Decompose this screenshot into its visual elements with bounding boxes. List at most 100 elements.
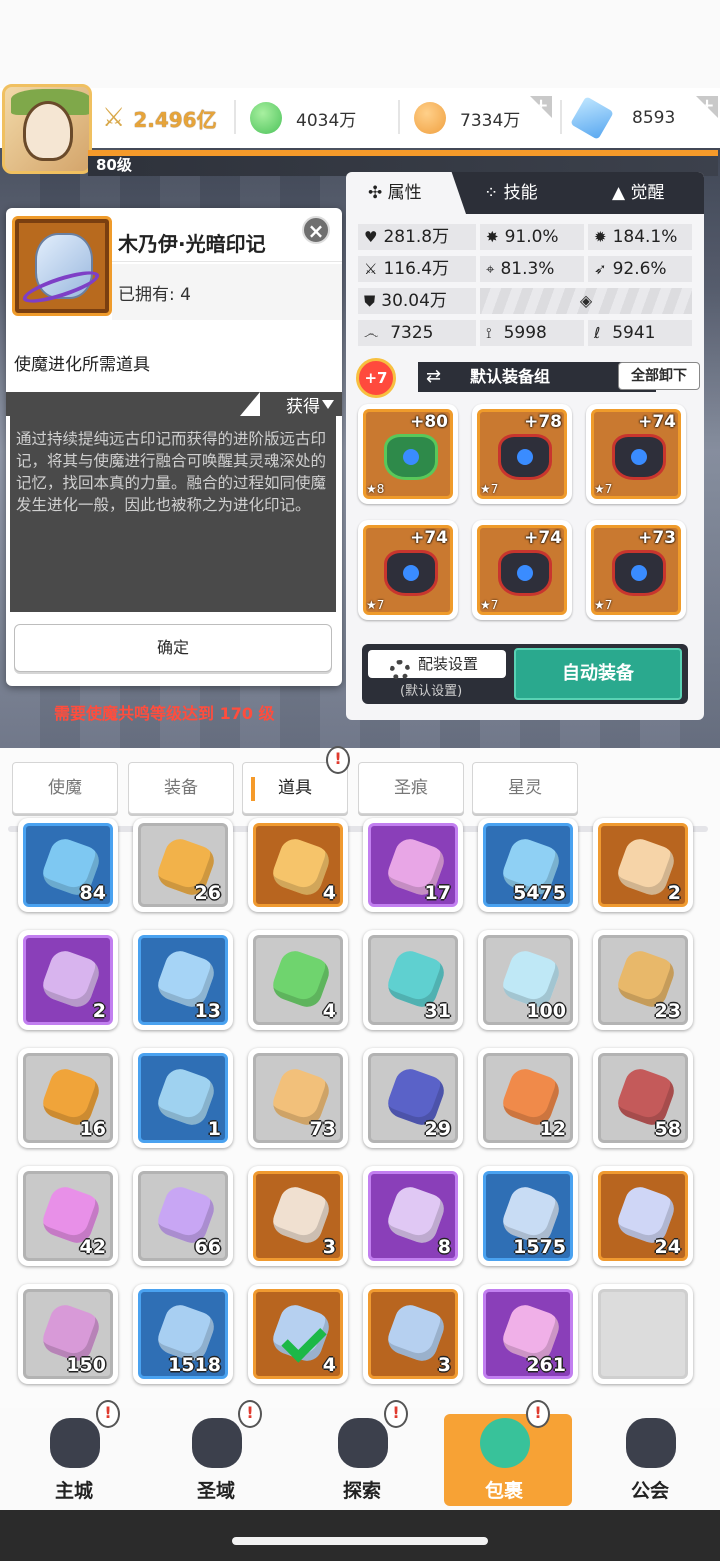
skills-icon: ⁘ xyxy=(484,183,499,203)
locked-stat-slot[interactable]: ◈ xyxy=(480,288,692,314)
item-icon: 66 xyxy=(138,1171,228,1261)
nav-item[interactable]: 探索 xyxy=(302,1414,422,1506)
equipment-slot[interactable]: +80 ★8 xyxy=(358,404,458,504)
item-count: 23 xyxy=(654,1000,681,1022)
inventory-item[interactable]: 1575 xyxy=(478,1166,578,1266)
inventory-item[interactable]: 17 xyxy=(363,818,463,912)
inventory-item[interactable] xyxy=(593,1284,693,1384)
inventory-item[interactable]: 13 xyxy=(133,930,233,1030)
inventory-item[interactable]: 4 xyxy=(248,818,348,912)
stat-dodge-value: 92.6% xyxy=(612,259,667,279)
inventory-item[interactable]: 3 xyxy=(248,1166,348,1266)
item-count: 31 xyxy=(424,1000,451,1022)
item-count: 2 xyxy=(92,1000,106,1022)
inventory-item[interactable]: 4 xyxy=(248,1284,348,1384)
item-icon: 26 xyxy=(138,823,228,907)
inventory-item[interactable]: 1518 xyxy=(133,1284,233,1384)
nav-label: 探索 xyxy=(342,1480,381,1502)
inventory-item[interactable]: 42 xyxy=(18,1166,118,1266)
inventory-item[interactable]: 5475 xyxy=(478,818,578,912)
nav-item[interactable]: 公会 xyxy=(590,1414,710,1506)
burst-icon: ✹ xyxy=(594,228,607,246)
inventory-item[interactable]: 4 xyxy=(248,930,348,1030)
vortex-icon xyxy=(192,1418,242,1468)
alert-icon: ! xyxy=(96,1400,120,1428)
nav-label: 主城 xyxy=(54,1480,93,1502)
item-count: 3 xyxy=(437,1354,451,1376)
inventory-item[interactable]: 73 xyxy=(248,1048,348,1148)
slash-icon: ⟟ xyxy=(486,324,492,342)
stat-s2-value: 5998 xyxy=(503,323,547,343)
attributes-icon: ✣ xyxy=(368,183,383,203)
nav-item[interactable]: 圣域 xyxy=(156,1414,276,1506)
inventory-tab[interactable]: 装备 xyxy=(128,762,234,814)
item-icon: 58 xyxy=(598,1053,688,1143)
star-rating: ★7 xyxy=(594,482,613,496)
inventory-tab[interactable]: 星灵 xyxy=(472,762,578,814)
inventory-item[interactable]: 24 xyxy=(593,1166,693,1266)
item-count: 261 xyxy=(526,1354,566,1376)
stat-hp-value: 281.8万 xyxy=(383,227,450,247)
equipment-slot[interactable]: +74 ★7 xyxy=(586,404,686,504)
stat-def: ⛊ 30.04万 xyxy=(358,288,476,314)
auto-equip-button[interactable]: 自动装备 xyxy=(514,648,682,700)
inventory-item[interactable]: 12 xyxy=(478,1048,578,1148)
inventory-item[interactable]: 84 xyxy=(18,818,118,912)
item-icon: 12 xyxy=(483,1053,573,1143)
equipment-slot[interactable]: +73 ★7 xyxy=(586,520,686,620)
inventory-item[interactable]: 29 xyxy=(363,1048,463,1148)
inventory-item[interactable]: 16 xyxy=(18,1048,118,1148)
item-requirement: 使魔进化所需道具 xyxy=(6,320,342,392)
tab-attributes[interactable]: ✣ 属性 xyxy=(346,172,466,214)
player-avatar[interactable] xyxy=(2,84,92,174)
config-button[interactable]: 配装设置 xyxy=(368,650,506,680)
star-rating: ★7 xyxy=(594,598,613,612)
inventory-item[interactable]: 23 xyxy=(593,930,693,1030)
config-area: 配装设置 (默认设置) 自动装备 xyxy=(362,644,688,704)
inventory-item[interactable]: 31 xyxy=(363,930,463,1030)
stat-s3: ℓ 5941 xyxy=(588,320,692,346)
green-gem-value: 4034万 xyxy=(296,110,357,131)
mummy-seal-icon xyxy=(12,216,112,316)
inventory-item[interactable]: 150 xyxy=(18,1284,118,1384)
item-icon: 73 xyxy=(253,1053,343,1143)
gold-display: 7334万 xyxy=(414,96,520,140)
close-icon[interactable]: × xyxy=(302,216,330,244)
inventory-item[interactable]: 58 xyxy=(593,1048,693,1148)
item-icon: 31 xyxy=(368,935,458,1025)
stat-s1-value: 7325 xyxy=(390,323,434,343)
item-count: 66 xyxy=(194,1236,221,1258)
tab-skills[interactable]: ⁘ 技能 xyxy=(484,172,584,214)
home-indicator[interactable] xyxy=(232,1537,488,1545)
inventory-item[interactable]: 261 xyxy=(478,1284,578,1384)
item-count: 100 xyxy=(526,1000,566,1022)
unload-all-button[interactable]: 全部卸下 xyxy=(618,362,700,390)
inventory-item[interactable]: 100 xyxy=(478,930,578,1030)
alert-icon: ! xyxy=(526,1400,550,1428)
nav-item[interactable]: 包裹 xyxy=(444,1414,572,1506)
item-count: 1 xyxy=(207,1118,221,1140)
inventory-item[interactable]: 2 xyxy=(18,930,118,1030)
equipment-slot[interactable]: +74 ★7 xyxy=(358,520,458,620)
nav-item[interactable]: 主城 xyxy=(14,1414,134,1506)
inventory-item[interactable]: 3 xyxy=(363,1284,463,1384)
obtain-button[interactable]: 获得 xyxy=(286,392,334,417)
confirm-button[interactable]: 确定 xyxy=(14,624,332,672)
star-rating: ★7 xyxy=(480,482,499,496)
inventory-item[interactable]: 2 xyxy=(593,818,693,912)
tab-awaken[interactable]: ▲ 觉醒 xyxy=(612,172,702,214)
equipment-slot[interactable]: +78 ★7 xyxy=(472,404,572,504)
enhance-badge: +7 xyxy=(356,358,396,398)
equipment-header: 默认装备组 ⇄ +7 全部卸下 xyxy=(356,358,700,398)
inventory-item[interactable]: 1 xyxy=(133,1048,233,1148)
equipment-slot[interactable]: +74 ★7 xyxy=(472,520,572,620)
enhance-level: +74 xyxy=(524,528,562,548)
inventory-item[interactable]: 66 xyxy=(133,1166,233,1266)
inventory-item[interactable]: 8 xyxy=(363,1166,463,1266)
item-icon: 2 xyxy=(598,823,688,907)
tab-awaken-label: 觉醒 xyxy=(630,183,665,203)
inventory-item[interactable]: 26 xyxy=(133,818,233,912)
nav-label: 圣域 xyxy=(196,1480,235,1502)
inventory-tab[interactable]: 圣痕 xyxy=(358,762,464,814)
inventory-tab[interactable]: 使魔 xyxy=(12,762,118,814)
